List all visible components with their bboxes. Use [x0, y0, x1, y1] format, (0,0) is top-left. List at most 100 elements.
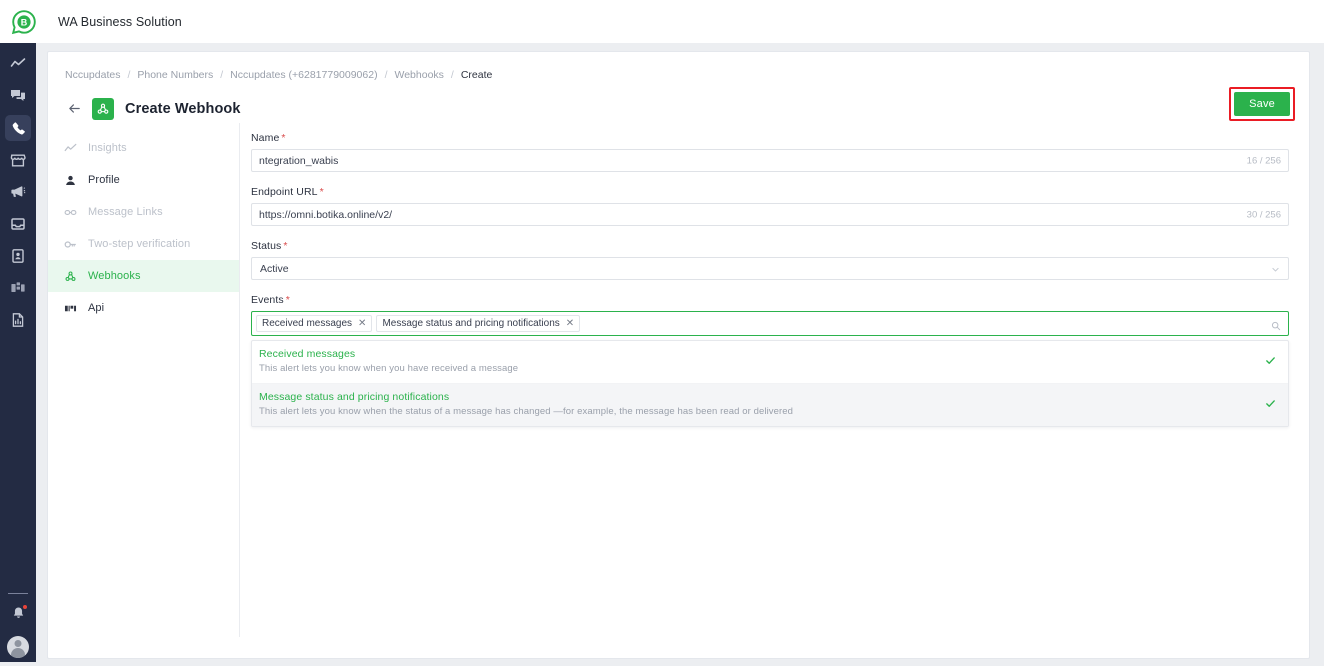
report-doc-icon [10, 312, 26, 328]
events-option-description: This alert lets you know when you have r… [259, 363, 519, 374]
events-dropdown-option[interactable]: Received messages This alert lets you kn… [252, 341, 1288, 384]
rail-item-analytics[interactable] [5, 51, 31, 77]
whatsapp-b-logo-icon: B [11, 9, 37, 35]
rail-item-contacts[interactable] [5, 243, 31, 269]
breadcrumb-separator: / [127, 69, 131, 81]
link-icon [64, 206, 82, 219]
person-icon [64, 174, 82, 187]
required-marker: * [285, 294, 290, 306]
required-marker: * [283, 240, 288, 252]
sidebar-item-webhooks[interactable]: Webhooks [48, 260, 239, 292]
events-tag: Received messages ✕ [256, 315, 373, 332]
page-header: Create Webhook Save [48, 81, 1309, 123]
api-icon [64, 302, 82, 315]
webhook-icon [64, 270, 82, 283]
check-icon [1265, 353, 1276, 371]
name-field-group: Name* 16 / 256 [251, 132, 1289, 172]
events-label: Events * [251, 294, 1289, 306]
name-input-wrap: 16 / 256 [251, 149, 1289, 172]
close-icon[interactable]: ✕ [566, 318, 574, 329]
rail-item-inbox[interactable] [5, 211, 31, 237]
rail-item-broadcast[interactable] [5, 179, 31, 205]
save-button-annotation: Save [1229, 87, 1295, 121]
notifications-button[interactable] [5, 604, 31, 627]
events-option-description: This alert lets you know when the status… [259, 406, 794, 417]
inbox-icon [10, 216, 26, 232]
sidebar-item-label: Webhooks [88, 270, 141, 282]
webhook-icon [92, 97, 114, 120]
rail-item-catalog[interactable] [5, 147, 31, 173]
endpoint-url-field-group: Endpoint URL* 30 / 256 [251, 186, 1289, 226]
notification-badge [22, 604, 28, 610]
required-marker: * [319, 186, 324, 198]
events-dropdown: Received messages This alert lets you kn… [251, 340, 1289, 427]
webhook-form: Name* 16 / 256 Endpoint URL* [240, 123, 1309, 637]
trend-line-icon [10, 56, 26, 72]
breadcrumb-separator: / [450, 69, 454, 81]
breadcrumb-item-2[interactable]: Nccupdates (+6281779009062) [230, 69, 377, 81]
bottom-strip [0, 662, 1324, 666]
breadcrumb-item-1[interactable]: Phone Numbers [137, 69, 213, 81]
events-label-text: Events [251, 294, 284, 306]
contact-card-icon [10, 248, 26, 264]
application-window: B WA Business Solution Nccupdates / Phon… [0, 0, 1324, 666]
store-icon [10, 152, 26, 168]
status-field-group: Status * Active [251, 240, 1289, 280]
phone-icon [11, 121, 26, 136]
name-label: Name * [251, 132, 1289, 144]
events-multiselect[interactable]: Received messages ✕ Message status and p… [251, 311, 1289, 336]
content-card: Nccupdates / Phone Numbers / Nccupdates … [47, 51, 1310, 659]
chevron-down-icon [1271, 265, 1280, 277]
back-button[interactable] [65, 100, 83, 118]
events-tag-label: Message status and pricing notifications [382, 318, 560, 329]
flow-icon [10, 280, 26, 296]
name-input[interactable] [251, 149, 1289, 172]
rail-item-phone-numbers[interactable] [5, 115, 31, 141]
settings-side-nav: Insights Profile Message Links Two-step … [48, 123, 240, 637]
events-tag-label: Received messages [262, 318, 353, 329]
sidebar-item-profile[interactable]: Profile [48, 164, 239, 196]
rail-divider [8, 593, 28, 594]
events-option-title: Message status and pricing notifications [259, 391, 450, 403]
sidebar-item-api[interactable]: Api [48, 292, 239, 324]
rail-item-flows[interactable] [5, 275, 31, 301]
save-button[interactable]: Save [1234, 92, 1290, 116]
sidebar-item-label: Insights [88, 142, 127, 154]
endpoint-url-input[interactable] [251, 203, 1289, 226]
breadcrumb-item-4: Create [460, 69, 493, 81]
status-selected-value: Active [260, 262, 289, 275]
key-icon [64, 238, 82, 251]
events-tag: Message status and pricing notifications… [376, 315, 581, 332]
page-title: Create Webhook [125, 100, 241, 117]
breadcrumb-item-0[interactable]: Nccupdates [65, 69, 120, 81]
trend-line-icon [64, 142, 82, 155]
search-icon [1271, 318, 1281, 336]
avatar[interactable] [7, 636, 29, 658]
required-marker: * [281, 132, 286, 144]
rail-item-chats[interactable] [5, 83, 31, 109]
chat-bubbles-icon [10, 88, 26, 104]
page-canvas: Nccupdates / Phone Numbers / Nccupdates … [36, 43, 1324, 666]
sidebar-item-insights[interactable]: Insights [48, 132, 239, 164]
app-rail [0, 43, 36, 666]
breadcrumb-item-3[interactable]: Webhooks [395, 69, 444, 81]
breadcrumb-separator: / [220, 69, 224, 81]
megaphone-icon [10, 184, 26, 200]
status-label-text: Status [251, 240, 282, 252]
endpoint-url-input-wrap: 30 / 256 [251, 203, 1289, 226]
status-select[interactable]: Active [251, 257, 1289, 280]
sidebar-item-two-step-verification[interactable]: Two-step verification [48, 228, 239, 260]
sidebar-item-message-links[interactable]: Message Links [48, 196, 239, 228]
sidebar-item-label: Profile [88, 174, 120, 186]
events-field-group: Events * Received messages ✕ Message stat… [251, 294, 1289, 427]
events-dropdown-option[interactable]: Message status and pricing notifications… [252, 384, 1288, 426]
page-body: Insights Profile Message Links Two-step … [48, 123, 1309, 637]
sidebar-item-label: Two-step verification [88, 238, 191, 250]
breadcrumb: Nccupdates / Phone Numbers / Nccupdates … [48, 52, 1309, 81]
endpoint-url-label: Endpoint URL * [251, 186, 1289, 198]
rail-item-reports[interactable] [5, 307, 31, 333]
svg-text:B: B [21, 17, 28, 27]
top-bar: B WA Business Solution [0, 0, 1324, 43]
close-icon[interactable]: ✕ [358, 318, 366, 329]
name-label-text: Name [251, 132, 280, 144]
